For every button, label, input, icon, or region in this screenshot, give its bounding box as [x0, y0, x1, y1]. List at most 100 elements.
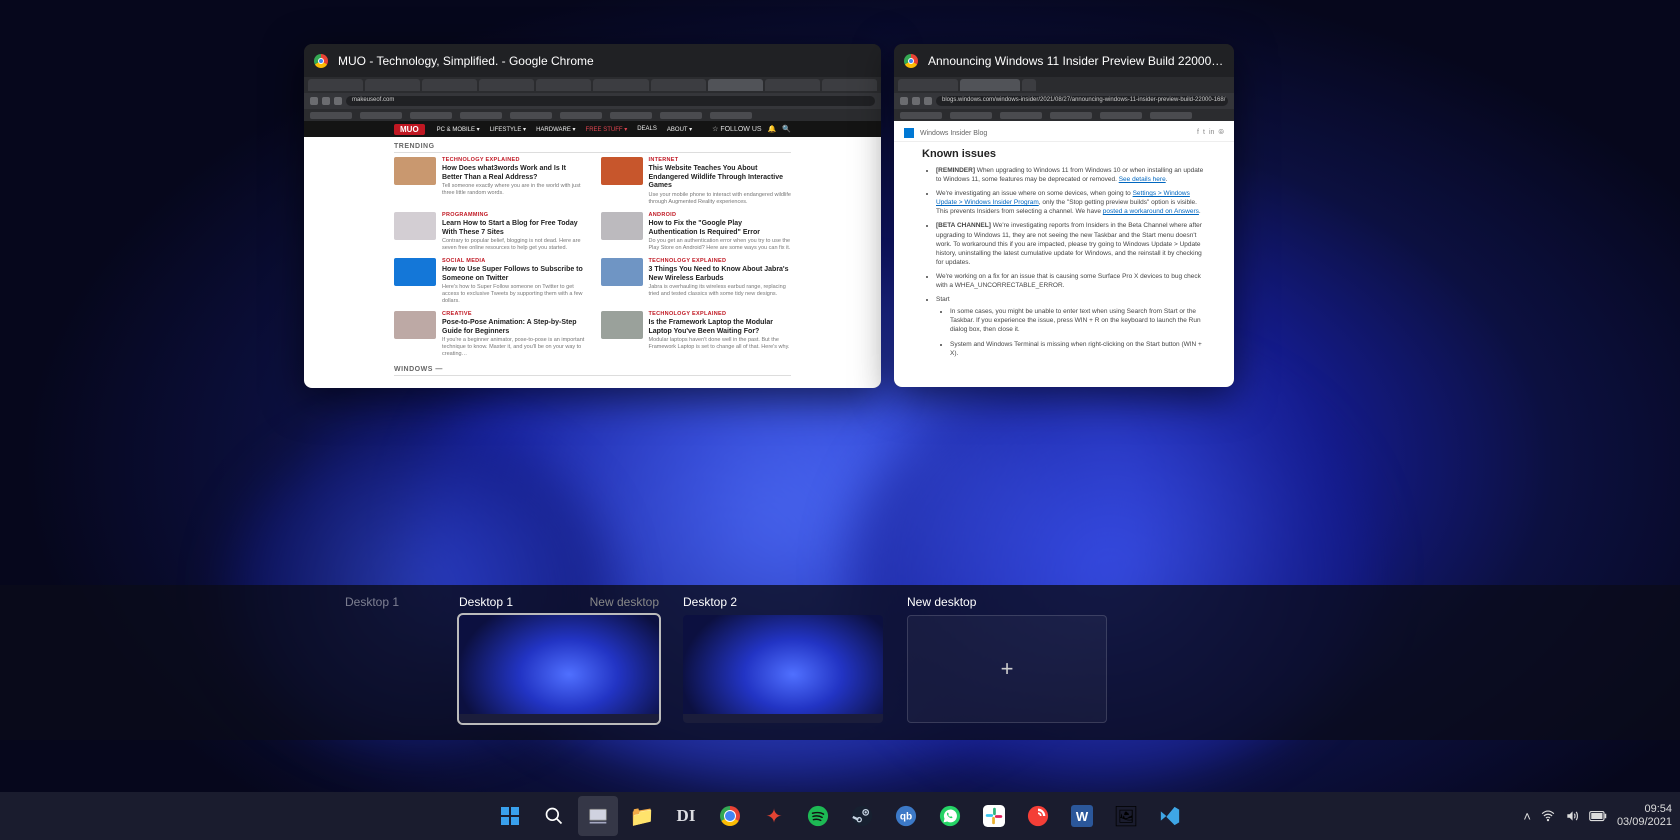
taskbar-spotify[interactable]: [798, 796, 838, 836]
chrome-icon: [314, 54, 328, 68]
chrome-urlbar: makeuseof.com: [304, 93, 881, 109]
app-icon: DI: [677, 806, 696, 826]
muo-nav: PC & MOBILE ▾ LIFESTYLE ▾ HARDWARE ▾ FRE…: [437, 126, 692, 133]
new-desktop-button[interactable]: +: [907, 615, 1107, 723]
desktop-1[interactable]: Desktop 1 New desktop: [459, 595, 659, 723]
whatsapp-icon: [939, 805, 961, 827]
time: 09:54: [1617, 803, 1672, 816]
desktop-label: Desktop 2: [683, 595, 883, 609]
known-issue-item: StartIn some cases, you might be unable …: [936, 295, 1206, 358]
virtual-desktops-strip: Desktop 1 Desktop 1 New desktop Desktop …: [0, 585, 1680, 740]
window-thumbnail-muo[interactable]: MUO - Technology, Simplified. - Google C…: [304, 44, 881, 388]
desktop-label: Desktop 1: [459, 595, 513, 609]
search-icon: 🔍: [782, 125, 791, 133]
known-issue-subitem: In some cases, you might be unable to en…: [950, 307, 1206, 334]
linkedin-icon: in: [1209, 129, 1214, 137]
bookmarks-bar: [304, 109, 881, 121]
article-blurb: Here's how to Super Follow someone on Tw…: [442, 284, 585, 305]
article-title: Learn How to Start a Blog for Free Today…: [442, 220, 585, 238]
follow-us: ☆ FOLLOW US: [712, 125, 761, 133]
taskbar-slack[interactable]: [974, 796, 1014, 836]
svg-text:qb: qb: [900, 812, 912, 823]
taskbar-task-view[interactable]: [578, 796, 618, 836]
known-issue-item: [BETA CHANNEL] We're investigating repor…: [936, 221, 1206, 266]
article-category: TECHNOLOGY EXPLAINED: [442, 157, 585, 164]
article-card: INTERNET This Website Teaches You About …: [601, 157, 792, 206]
date: 03/09/2021: [1617, 816, 1672, 829]
article-blurb: Jabra is overhauling its wireless earbud…: [649, 284, 792, 298]
article-blurb: Modular laptops haven't done well in the…: [649, 337, 792, 351]
facebook-icon: f: [1197, 129, 1199, 137]
wifi-icon[interactable]: [1541, 809, 1555, 823]
taskbar-qbit[interactable]: qb: [886, 796, 926, 836]
details-link: See details here: [1119, 176, 1166, 183]
known-issue-item: [REMINDER] When upgrading to Windows 11 …: [936, 166, 1206, 184]
trending-heading: TRENDING: [394, 143, 791, 153]
settings-link: Settings > Windows Update > Windows Insi…: [936, 190, 1190, 206]
article-thumb: [601, 157, 643, 185]
chrome-tabstrip: [894, 77, 1234, 93]
bookmarks-bar: [894, 109, 1234, 121]
taskbar-search[interactable]: [534, 796, 574, 836]
taskbar-vscode[interactable]: [1150, 796, 1190, 836]
article-category: INTERNET: [649, 157, 792, 164]
article-category: ANDROID: [649, 212, 792, 219]
desktop-thumbnail[interactable]: [683, 615, 883, 723]
taskbar-start[interactable]: [490, 796, 530, 836]
desktop-thumbnail[interactable]: [459, 615, 659, 723]
desktop-label-ghost: Desktop 1: [345, 595, 399, 609]
taskbar-discord[interactable]: DI: [666, 796, 706, 836]
clock[interactable]: 09:54 03/09/2021: [1617, 803, 1672, 829]
taskbar-whatsapp[interactable]: [930, 796, 970, 836]
slack-icon: [983, 805, 1005, 827]
known-issues-heading: Known issues: [922, 148, 1206, 160]
muo-page: MUO PC & MOBILE ▾ LIFESTYLE ▾ HARDWARE ▾…: [304, 121, 881, 388]
known-issue-item: We're investigating an issue where on so…: [936, 189, 1206, 216]
desktop-2[interactable]: Desktop 2: [683, 595, 883, 723]
app-icon: 📁: [630, 804, 655, 829]
word-icon: W: [1071, 805, 1093, 827]
taskbar-steam[interactable]: [842, 796, 882, 836]
answers-link: posted a workaround on Answers: [1103, 208, 1199, 215]
article-thumb: [394, 258, 436, 286]
taskbar-word[interactable]: W: [1062, 796, 1102, 836]
article-thumb: [394, 311, 436, 339]
article-card: SOCIAL MEDIA How to Use Super Follows to…: [394, 258, 585, 305]
taskbar-photos[interactable]: 🖼: [1106, 796, 1146, 836]
article-thumb: [601, 258, 643, 286]
search-icon: [544, 806, 564, 826]
taskbar-file-explorer[interactable]: 📁: [622, 796, 662, 836]
new-desktop[interactable]: New desktop +: [907, 595, 1107, 723]
article-title: How Does what3words Work and Is It Bette…: [442, 165, 585, 183]
known-issue-subitem: System and Windows Terminal is missing w…: [950, 340, 1206, 358]
article-category: SOCIAL MEDIA: [442, 258, 585, 265]
article-card: CREATIVE Pose-to-Pose Animation: A Step-…: [394, 311, 585, 358]
article-blurb: Tell someone exactly where you are in th…: [442, 183, 585, 197]
article-card: ANDROID How to Fix the "Google Play Auth…: [601, 212, 792, 252]
taskbar-chrome[interactable]: [710, 796, 750, 836]
volume-icon[interactable]: [1565, 809, 1579, 823]
window-thumbnail-insider-blog[interactable]: Announcing Windows 11 Insider Preview Bu…: [894, 44, 1234, 387]
insider-blog-page: Windows Insider Blog f t in ⦾ Known issu…: [894, 121, 1234, 387]
taskbar-todoist[interactable]: ✦: [754, 796, 794, 836]
article-category: TECHNOLOGY EXPLAINED: [649, 258, 792, 265]
spotify-icon: [807, 805, 829, 827]
article-thumb: [394, 157, 436, 185]
chrome-urlbar: blogs.windows.com/windows-insider/2021/0…: [894, 93, 1234, 109]
article-card: TECHNOLOGY EXPLAINED 3 Things You Need t…: [601, 258, 792, 305]
chevron-up-icon[interactable]: ˄: [1523, 809, 1531, 824]
windows-start-icon: [501, 807, 519, 825]
article-thumb: [394, 212, 436, 240]
window-title: MUO - Technology, Simplified. - Google C…: [338, 54, 594, 68]
vscode-icon: [1159, 805, 1181, 827]
taskbar-pocket-casts[interactable]: [1018, 796, 1058, 836]
battery-icon[interactable]: [1589, 810, 1607, 822]
article-category: TECHNOLOGY EXPLAINED: [649, 311, 792, 318]
article-blurb: Do you get an authentication error when …: [649, 238, 792, 252]
muo-logo: MUO: [394, 124, 425, 135]
new-desktop-link-ghost: New desktop: [590, 595, 659, 609]
article-card: TECHNOLOGY EXPLAINED How Does what3words…: [394, 157, 585, 206]
pocket-casts-icon: [1027, 805, 1049, 827]
window-titlebar: Announcing Windows 11 Insider Preview Bu…: [894, 44, 1234, 77]
system-tray[interactable]: ˄ 09:54 03/09/2021: [1523, 803, 1672, 829]
